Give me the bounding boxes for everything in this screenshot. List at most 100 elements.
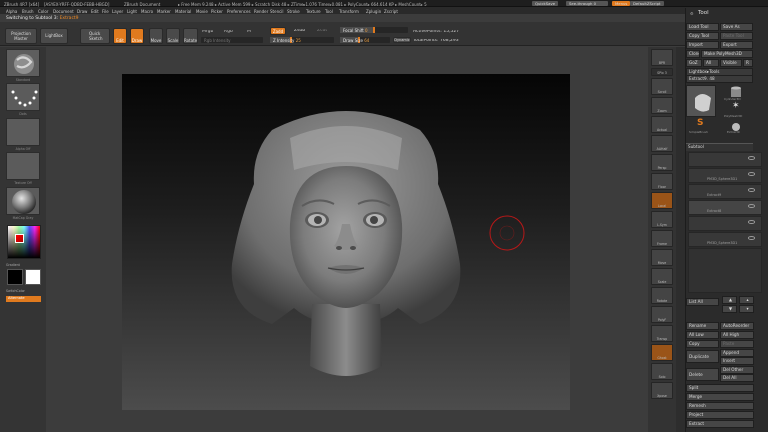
tool-thumb-simplebrush[interactable]: S SimpleBrush (686, 118, 716, 134)
menu-texture[interactable]: Texture (306, 9, 321, 14)
duplicate-button[interactable]: Duplicate (686, 350, 719, 363)
texture-thumbnail[interactable] (6, 152, 40, 180)
subtool-row-extract8[interactable]: Extract8 (688, 200, 762, 215)
rename-button[interactable]: Rename (686, 322, 719, 330)
make-polymesh-button[interactable]: Make PolyMesh3D (701, 50, 753, 58)
menu-transform[interactable]: Transform (339, 9, 359, 14)
arrow-down-icon[interactable]: ▼ (722, 305, 737, 313)
rotate-view-button[interactable]: Rotate (651, 287, 673, 304)
rotate-button[interactable]: Rotate (183, 28, 198, 44)
rgb-intensity-slider[interactable]: Rgb Intensity (201, 37, 263, 43)
aahalf-button[interactable]: AAHalf (651, 135, 673, 152)
ghost-button[interactable]: Ghost (651, 344, 673, 361)
see-through-slider[interactable]: See-through 0 (566, 1, 608, 6)
subtool-header[interactable]: Subtool (686, 143, 753, 151)
merge-button[interactable]: Merge (686, 393, 754, 401)
zoom-button[interactable]: Zoom (651, 97, 673, 114)
paste-tool-button[interactable]: Paste Tool (720, 32, 753, 40)
polyf-button[interactable]: PolyF (651, 306, 673, 323)
m-button[interactable]: M (247, 30, 251, 35)
menu-stencil[interactable]: Stencil (270, 9, 284, 14)
paste-subtool-button[interactable]: Paste (720, 340, 754, 348)
zsub-button[interactable]: Zsub (294, 29, 305, 34)
primary-color[interactable] (25, 269, 41, 285)
stroke-thumbnail[interactable] (6, 83, 40, 111)
z-intensity-slider[interactable]: Z Intensity 25 (270, 37, 334, 43)
edit-button[interactable]: Edit (113, 28, 127, 44)
focal-shift-slider[interactable]: Focal Shift 0 (340, 27, 408, 33)
color-picker[interactable] (7, 225, 41, 259)
arrow-up-small-icon[interactable]: ▴ (739, 296, 754, 304)
tool-thumb-cylinder[interactable]: Cylinder3D (720, 86, 753, 102)
autoreorder-button[interactable]: AutoReorder (720, 322, 754, 330)
arrow-up-icon[interactable]: ▲ (722, 296, 737, 304)
menu-macro[interactable]: Macro (141, 9, 153, 14)
bpr-button[interactable]: BPR (651, 49, 673, 66)
menu-alpha[interactable]: Alpha (6, 9, 17, 14)
solo-button[interactable]: Solo (651, 363, 673, 380)
scroll-button[interactable]: Scroll (651, 78, 673, 95)
zadd-button[interactable]: Zadd (270, 27, 286, 35)
draw-size-slider[interactable]: Draw Size 64 (340, 37, 390, 43)
current-tool-slider[interactable]: Extract9. 48 (686, 75, 753, 83)
xpose-button[interactable]: Xpose (651, 382, 673, 399)
export-button[interactable]: Export (720, 41, 753, 49)
rgb-button[interactable]: Rgb (224, 30, 233, 35)
brush-thumbnail[interactable] (6, 49, 40, 77)
import-button[interactable]: Import (686, 41, 719, 49)
zcut-button[interactable]: Zcut (317, 29, 327, 34)
menu-zplugin[interactable]: Zplugin (366, 9, 381, 14)
list-all-button[interactable]: List All (686, 298, 719, 306)
visible-button[interactable]: Visible (720, 59, 742, 67)
menu-render[interactable]: Render (254, 9, 268, 14)
menu-document[interactable]: Document (53, 9, 74, 14)
switch-color-button[interactable]: SwitchColor (6, 289, 40, 293)
menu-zscript[interactable]: Zscript (384, 9, 398, 14)
floor-button[interactable]: Floor (651, 173, 673, 190)
menu-picker[interactable]: Picker (211, 9, 223, 14)
frame-button[interactable]: Frame (651, 230, 673, 247)
mrgb-button[interactable]: Mrgb (202, 30, 213, 35)
move-view-button[interactable]: Move (651, 249, 673, 266)
menu-material[interactable]: Material (175, 9, 191, 14)
scrollbar[interactable] (676, 47, 685, 432)
draw-button[interactable]: Draw (130, 28, 144, 44)
goz-button[interactable]: GoZ (686, 59, 702, 67)
gear-icon[interactable]: ⚙ (690, 11, 694, 16)
subtool-row-pm3d-sphere[interactable]: PM3D_Sphere3D1 (688, 168, 762, 183)
subtool-row[interactable] (688, 216, 762, 231)
lsym-button[interactable]: L.Sym (651, 211, 673, 228)
gradient-label[interactable]: Gradient (6, 263, 40, 267)
copy-tool-button[interactable]: Copy Tool (686, 32, 719, 40)
delete-button[interactable]: Delete (686, 368, 719, 381)
copy-subtool-button[interactable]: Copy (686, 340, 719, 348)
menu-color[interactable]: Color (38, 9, 48, 14)
r-button[interactable]: R (743, 59, 753, 67)
default-zscript-button[interactable]: DefaultZScript (630, 1, 664, 6)
load-tool-button[interactable]: Load Tool (686, 23, 719, 31)
menu-file[interactable]: File (102, 9, 109, 14)
subtool-row-extract9[interactable]: Extract9 (688, 184, 762, 199)
menu-preferences[interactable]: Preferences (227, 9, 251, 14)
transp-button[interactable]: Transp (651, 325, 673, 342)
insert-button[interactable]: Insert (720, 357, 754, 365)
dynamic-button[interactable]: Dynamic (393, 37, 411, 43)
spix-slider[interactable]: SPix 3 (651, 68, 673, 76)
lightbox-button[interactable]: LightBox (40, 28, 68, 44)
document-canvas[interactable] (122, 74, 570, 410)
remesh-button[interactable]: Remesh (686, 402, 754, 410)
move-button[interactable]: Move (149, 28, 163, 44)
menu-marker[interactable]: Marker (157, 9, 171, 14)
all-high-button[interactable]: All High (720, 331, 754, 339)
menu-brush[interactable]: Brush (22, 9, 34, 14)
append-button[interactable]: Append (720, 349, 754, 357)
scale-view-button[interactable]: Scale (651, 268, 673, 285)
project-button[interactable]: Project (686, 411, 754, 419)
menu-movie[interactable]: Movie (196, 9, 208, 14)
extract-button[interactable]: Extract (686, 420, 754, 428)
menu-draw[interactable]: Draw (77, 9, 87, 14)
quicksave-button[interactable]: QuickSave (532, 1, 559, 6)
actual-button[interactable]: Actual (651, 116, 673, 133)
arrow-down-small-icon[interactable]: ▾ (739, 305, 754, 313)
menu-edit[interactable]: Edit (91, 9, 99, 14)
